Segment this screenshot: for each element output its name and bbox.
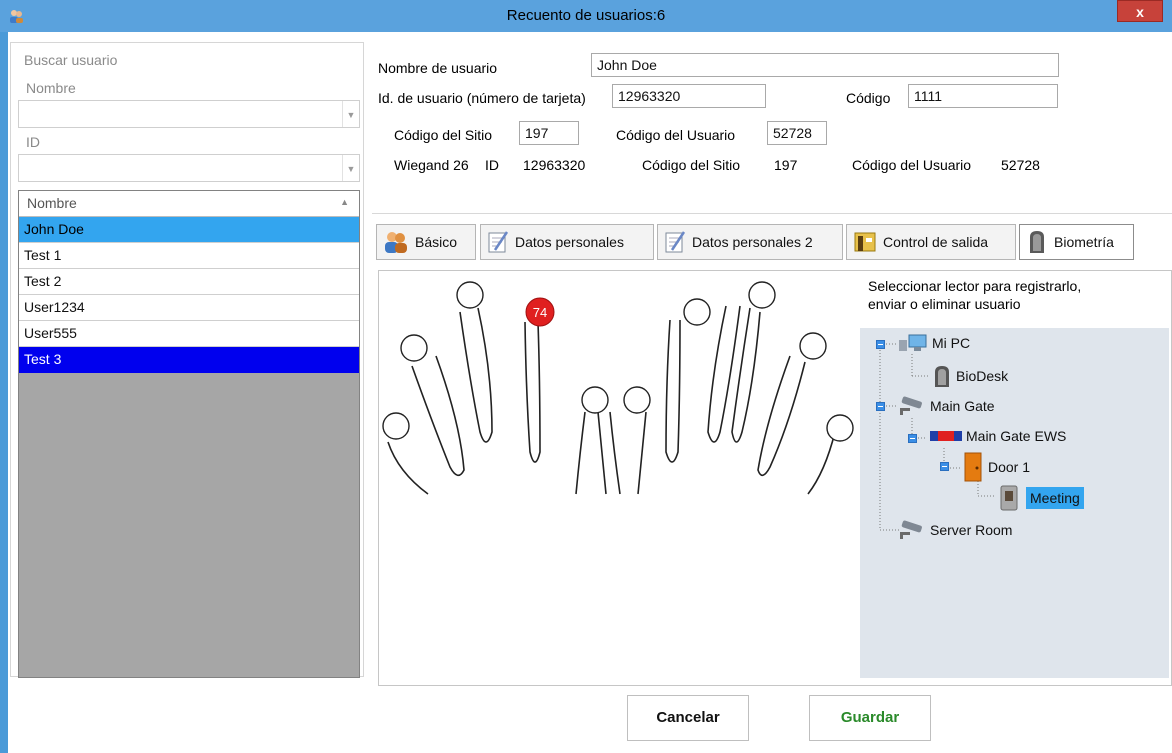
chevron-down-icon[interactable]: ▼ — [342, 101, 359, 127]
collapse-toggle[interactable] — [908, 434, 917, 443]
tree-node-meeting[interactable]: Meeting — [996, 484, 1084, 512]
code-field[interactable]: 1111 — [908, 84, 1058, 108]
tree-node-mi-pc[interactable]: Mi PC — [898, 334, 970, 352]
tree-node-main-gate-ews[interactable]: Main Gate EWS — [930, 428, 1066, 444]
id-filter-label: ID — [26, 134, 40, 150]
list-item[interactable]: User555 — [19, 321, 359, 347]
tab-label: Datos personales — [515, 234, 624, 250]
username-label: Nombre de usuario — [378, 60, 498, 76]
user-code-label: Código del Usuario — [616, 127, 736, 143]
door-icon — [964, 452, 982, 482]
tree-node-label: Mi PC — [932, 335, 971, 351]
user-list-header[interactable]: Nombre ▲ — [19, 191, 359, 217]
list-item[interactable]: Test 3 — [19, 347, 359, 373]
wiegand-id-label: ID — [485, 157, 499, 173]
wiegand-site-label: Código del Sitio — [642, 157, 741, 173]
wiegand-label: Wiegand 26 — [394, 157, 469, 173]
wiegand-user-value: 52728 — [1001, 157, 1040, 173]
collapse-toggle[interactable] — [876, 402, 885, 411]
finger-badge-label: 74 — [533, 305, 547, 320]
notepad-icon — [488, 231, 509, 253]
list-item[interactable]: User1234 — [19, 295, 359, 321]
close-button[interactable]: x — [1117, 0, 1163, 22]
window-title: Recuento de usuarios:6 — [506, 7, 666, 24]
user-code-field[interactable]: 52728 — [767, 121, 827, 145]
users-icon — [385, 232, 407, 253]
save-button[interactable]: Guardar — [809, 695, 931, 741]
tree-node-label: BioDesk — [956, 368, 1009, 384]
tab-label: Datos personales 2 — [692, 234, 813, 250]
instruction-line-1: Seleccionar lector para registrarlo, — [868, 278, 1082, 294]
user-list[interactable]: Nombre ▲ John Doe Test 1 Test 2 User1234… — [18, 190, 360, 678]
tab-basico[interactable]: Básico — [376, 224, 476, 260]
tab-datos-personales-2[interactable]: Datos personales 2 — [657, 224, 843, 260]
tree-node-label: Meeting — [1026, 487, 1084, 509]
list-item[interactable]: Test 1 — [19, 243, 359, 269]
site-code-field[interactable]: 197 — [519, 121, 579, 145]
site-code-label: Código del Sitio — [394, 127, 493, 143]
fingerprint-reader-icon — [1030, 231, 1044, 253]
exit-control-icon — [854, 232, 876, 252]
instruction-line-2: enviar o eliminar usuario — [868, 296, 1021, 312]
userid-field[interactable]: 12963320 — [612, 84, 766, 108]
card-reader-icon — [1000, 485, 1018, 511]
chevron-down-icon[interactable]: ▼ — [342, 155, 359, 181]
tree-node-door-1[interactable]: Door 1 — [962, 452, 1030, 482]
name-filter-combo[interactable]: ▼ — [18, 100, 360, 128]
sort-ascending-icon: ▲ — [340, 197, 349, 207]
computer-icon — [899, 334, 927, 351]
tree-node-server-room[interactable]: Server Room — [898, 520, 1012, 540]
wiegand-id-value: 12963320 — [523, 157, 586, 173]
tree-node-label: Door 1 — [988, 459, 1031, 475]
security-camera-icon — [900, 520, 922, 539]
username-field[interactable]: John Doe — [591, 53, 1059, 77]
wiegand-user-label: Código del Usuario — [852, 157, 972, 173]
code-label: Código — [846, 90, 891, 106]
tab-label: Básico — [415, 234, 458, 250]
tab-control-de-salida[interactable]: Control de salida — [846, 224, 1016, 260]
security-camera-icon — [900, 396, 922, 415]
column-header-name: Nombre — [27, 195, 77, 211]
list-item[interactable]: John Doe — [19, 217, 359, 243]
tree-node-biodesk[interactable]: BioDesk — [932, 364, 1008, 388]
collapse-toggle[interactable] — [876, 340, 885, 349]
wiegand-site-value: 197 — [774, 157, 798, 173]
cancel-button[interactable]: Cancelar — [627, 695, 749, 741]
id-filter-combo[interactable]: ▼ — [18, 154, 360, 182]
tab-label: Biometría — [1054, 234, 1114, 250]
app-icon — [10, 10, 23, 23]
tree-node-main-gate[interactable]: Main Gate — [898, 396, 995, 416]
list-item[interactable]: Test 2 — [19, 269, 359, 295]
search-heading: Buscar usuario — [24, 52, 118, 68]
tab-datos-personales[interactable]: Datos personales — [480, 224, 654, 260]
controller-icon — [930, 431, 962, 441]
tab-biometria[interactable]: Biometría — [1019, 224, 1134, 260]
tree-node-label: Main Gate — [930, 398, 995, 414]
userid-label: Id. de usuario (número de tarjeta) — [378, 90, 586, 106]
notepad-icon — [665, 231, 686, 253]
form-divider — [372, 213, 1172, 214]
tree-node-label: Main Gate EWS — [966, 428, 1067, 444]
name-filter-label: Nombre — [26, 80, 76, 96]
tree-node-label: Server Room — [930, 522, 1013, 538]
tab-label: Control de salida — [883, 234, 989, 250]
hands-diagram: 74 — [382, 281, 854, 495]
fingerprint-reader-icon — [935, 366, 949, 387]
collapse-toggle[interactable] — [940, 462, 949, 471]
